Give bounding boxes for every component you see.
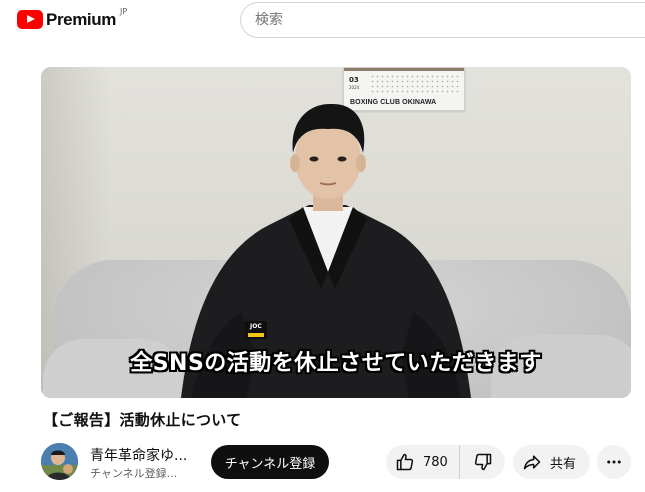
like-count: 780 [423,454,448,470]
like-dislike-group: 780 [386,445,505,479]
search-input[interactable] [255,12,645,28]
youtube-logo-icon [17,10,43,29]
thumbs-down-icon [473,452,493,472]
dislike-button[interactable] [460,445,505,479]
thumbs-up-icon [395,452,415,472]
channel-avatar[interactable] [41,443,78,480]
more-actions-button[interactable] [597,445,631,479]
channel-name[interactable]: 青年革命家ゆ... [90,445,187,465]
video-title: 【ご報告】活動休止について [43,411,242,429]
logo-wordmark: Premium [46,10,116,29]
avatar-icon [41,443,78,480]
more-horizontal-icon [605,453,623,471]
share-label: 共有 [550,456,577,472]
subscribe-button[interactable]: チャンネル登録 [211,445,329,479]
search-bar[interactable] [240,2,645,38]
video-player[interactable]: 03 2024 BOXING CLUB OKINAWA JOC 全SNSの活動を… [41,67,631,398]
youtube-premium-logo[interactable]: Premium JP [17,7,128,30]
mic-badge-label: JOC [250,323,262,330]
logo-region-code: JP [119,7,128,16]
share-arrow-icon [522,452,542,472]
channel-subscriber-count: チャンネル登録... [90,467,178,480]
share-button[interactable]: 共有 [513,445,590,479]
like-button[interactable]: 780 [386,445,460,479]
video-subtitle: 全SNSの活動を休止させていただきます [130,351,542,376]
